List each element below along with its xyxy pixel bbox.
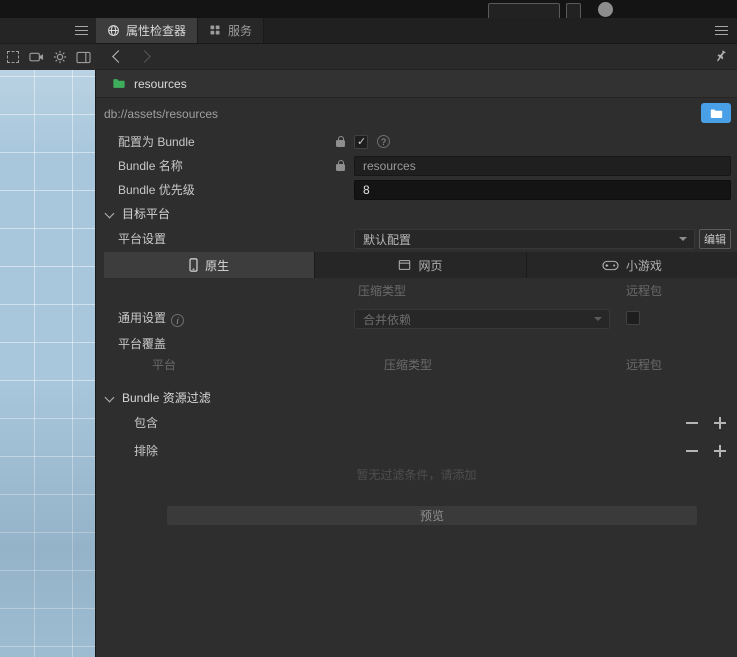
section-target-platform[interactable]: 目标平台	[96, 202, 737, 226]
tab-services[interactable]: 服务	[198, 18, 265, 43]
input-value: 8	[363, 183, 370, 197]
field-label: 包含	[134, 416, 159, 430]
platform-setting-select[interactable]: 默认配置	[354, 229, 695, 249]
tab-label: 原生	[205, 258, 230, 273]
override-table-header: 平台 压缩类型 远程包	[96, 356, 737, 376]
column-headers: 压缩类型 远程包	[96, 282, 737, 300]
select-value: 合并依赖	[363, 312, 412, 327]
avatar[interactable]	[598, 2, 613, 17]
editor-window: 属性检查器 服务 resources db://assets/resources	[0, 0, 737, 657]
forward-icon[interactable]	[138, 50, 151, 63]
marquee-icon[interactable]	[5, 50, 20, 65]
platform-setting-row: 平台设置 默认配置 编辑	[96, 226, 737, 252]
tab-minigame[interactable]: 小游戏	[525, 252, 737, 278]
camera-icon[interactable]	[29, 50, 44, 65]
inspector-tabbar: 属性检查器 服务	[96, 18, 737, 44]
field-label: Bundle 优先级	[118, 183, 195, 197]
folder-icon	[113, 79, 125, 88]
plus-icon[interactable]	[714, 445, 726, 457]
asset-name: resources	[134, 76, 187, 91]
globe-icon	[107, 24, 120, 37]
column-remote: 远程包	[626, 358, 663, 372]
minus-icon[interactable]	[686, 445, 698, 457]
menubar-field[interactable]	[488, 3, 560, 18]
layout-icon[interactable]	[76, 50, 91, 65]
filter-exclude-row: 排除	[96, 438, 737, 464]
asset-path-row: db://assets/resources	[96, 102, 737, 126]
tab-inspector[interactable]: 属性检查器	[96, 18, 199, 43]
platform-override-row: 平台覆盖	[96, 332, 737, 356]
section-label: Bundle 资源过滤	[122, 391, 211, 405]
chevron-down-icon	[104, 208, 115, 219]
inspector-menu-icon[interactable]	[715, 26, 728, 35]
scene-viewport[interactable]	[0, 70, 95, 657]
section-label: 目标平台	[122, 207, 171, 221]
chevron-down-icon	[594, 317, 602, 321]
menubar	[0, 0, 737, 18]
grid-icon	[209, 24, 222, 37]
info-icon[interactable]	[171, 314, 185, 327]
scene-sidebar	[0, 18, 96, 657]
pin-icon[interactable]	[711, 46, 730, 65]
tab-label: 服务	[228, 24, 253, 38]
compression-select[interactable]: 合并依赖	[354, 309, 610, 329]
select-value: 默认配置	[363, 232, 412, 247]
chevron-down-icon	[104, 392, 115, 403]
bundle-priority-input[interactable]: 8	[354, 180, 731, 200]
bundle-config-row: 配置为 Bundle	[96, 130, 737, 154]
field-label: 平台覆盖	[118, 337, 167, 351]
back-icon[interactable]	[112, 50, 125, 63]
question-icon[interactable]	[377, 135, 390, 148]
phone-icon	[189, 258, 198, 272]
gear-icon[interactable]	[52, 50, 67, 65]
lock-icon	[336, 160, 345, 171]
column-compression: 压缩类型	[384, 358, 433, 372]
field-label: 排除	[134, 444, 159, 458]
locate-asset-button[interactable]	[701, 103, 731, 123]
scene-panel-header	[0, 18, 96, 44]
preview-button[interactable]: 预览	[167, 506, 697, 525]
filter-include-row: 包含	[96, 410, 737, 436]
column-compression: 压缩类型	[358, 284, 407, 298]
remote-checkbox[interactable]	[626, 311, 640, 325]
panel-menu-icon[interactable]	[75, 26, 88, 35]
scene-toolbar	[0, 44, 96, 70]
bundle-name-input[interactable]: resources	[354, 156, 731, 176]
asset-path: db://assets/resources	[104, 107, 219, 121]
general-settings-row: 通用设置 合并依赖	[96, 306, 737, 330]
column-remote: 远程包	[626, 284, 663, 298]
section-bundle-filter[interactable]: Bundle 资源过滤	[96, 386, 737, 410]
edit-button[interactable]: 编辑	[699, 229, 731, 249]
bundle-priority-row: Bundle 优先级 8	[96, 178, 737, 202]
tab-label: 属性检查器	[126, 24, 187, 38]
minus-icon[interactable]	[686, 417, 698, 429]
field-label: Bundle 名称	[118, 159, 183, 173]
tab-label: 网页	[418, 258, 443, 273]
field-label: 配置为 Bundle	[118, 135, 195, 149]
tab-native[interactable]: 原生	[104, 252, 315, 278]
filter-empty-text: 暂无过滤条件，请添加	[356, 468, 477, 482]
folder-open-icon	[710, 108, 722, 118]
input-value: resources	[363, 159, 416, 173]
label-text: 通用设置	[118, 311, 167, 325]
field-label: 通用设置	[118, 306, 185, 330]
history-nav	[96, 44, 737, 70]
plus-icon[interactable]	[714, 417, 726, 429]
chevron-down-icon	[679, 237, 687, 241]
field-label: 平台设置	[118, 232, 167, 246]
column-platform: 平台	[152, 358, 177, 372]
tab-web[interactable]: 网页	[314, 252, 526, 278]
inspector-panel: 属性检查器 服务 resources db://assets/resources	[96, 18, 737, 657]
bundle-checkbox[interactable]	[354, 135, 368, 149]
lock-icon	[336, 136, 345, 147]
platform-tabs: 原生 网页 小游戏	[104, 252, 737, 278]
bundle-name-row: Bundle 名称 resources	[96, 154, 737, 178]
tab-label: 小游戏	[625, 258, 662, 273]
menubar-button[interactable]	[566, 3, 581, 18]
asset-header: resources	[96, 70, 737, 98]
gamepad-icon	[602, 260, 619, 270]
browser-icon	[399, 260, 411, 270]
